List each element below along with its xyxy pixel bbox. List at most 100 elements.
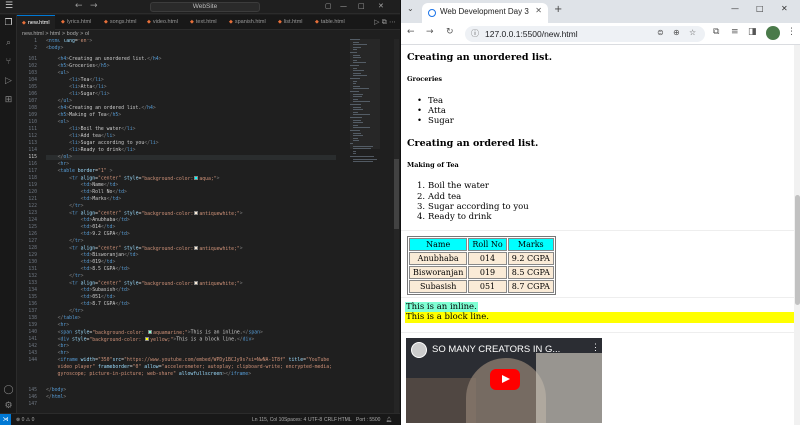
minimap-line (350, 156, 374, 157)
line-number: 112 (28, 134, 37, 139)
code-line: <td>019</td> (80, 260, 116, 265)
code-line: <li>Sugar according to you</li> (69, 141, 159, 146)
line-number: 141 (28, 337, 37, 342)
code-line: <td>8.5 CGPA</td> (80, 267, 130, 272)
maximize-icon[interactable]: □ (756, 4, 764, 13)
minimap[interactable] (350, 39, 377, 179)
notifications-bell-icon[interactable]: 🔔︎ (386, 415, 392, 425)
back-icon[interactable]: ← (75, 1, 83, 11)
search-icon[interactable]: ⌕ (3, 38, 14, 49)
editor-scrollbar[interactable] (394, 39, 399, 413)
minimap-line (350, 91, 359, 92)
problems-indicator[interactable]: ⊗ 0 ⚠ 0 (16, 415, 34, 425)
menu-icon[interactable]: ☰ (5, 1, 13, 11)
code-line: video player" frameborder="0" allow="acc… (46, 365, 332, 370)
line-number: 139 (28, 323, 37, 328)
explorer-icon[interactable]: ❐ (3, 18, 14, 29)
avatar[interactable] (766, 26, 780, 40)
list-item: Boil the water (428, 181, 489, 191)
block-div: This is a block line. (405, 312, 794, 323)
vscode-titlebar: ☰ ← → WebSite ▢ — □ ✕ (0, 0, 400, 14)
close-icon[interactable]: ✕ (378, 2, 384, 10)
code-line: <hr> (57, 323, 70, 328)
close-tab-icon[interactable]: ✕ (535, 6, 542, 15)
minimize-icon[interactable]: — (340, 2, 347, 10)
line-number: 134 (28, 288, 37, 293)
address-bar[interactable]: ⓘ 127.0.0.1:5500/new.html ⊜ ⊕ ☆ (465, 26, 705, 42)
tab-table-html[interactable]: ◆ table.html (310, 15, 350, 30)
layout-icon[interactable]: ▢ (325, 2, 332, 10)
info-icon[interactable]: ⓘ (471, 28, 479, 39)
heading-unordered: Creating an unordered list. (407, 52, 553, 63)
code-line: <tr align="center" style="background-col… (69, 246, 243, 252)
bookmark-star-icon[interactable]: ☆ (689, 28, 696, 37)
page-scrollbar[interactable] (794, 45, 800, 425)
tab-label: table.html (320, 19, 345, 25)
table-row: Anubhaba 014 9.2 CGPA (409, 252, 554, 265)
extensions-activity-icon[interactable]: ⊞ (3, 95, 14, 106)
tab-list-html[interactable]: ◆ list.html (273, 15, 309, 30)
list-item: Add tea (428, 192, 462, 202)
line-ending[interactable]: CRLF (324, 415, 337, 425)
list-item: • (417, 96, 423, 106)
line-number: 133 (28, 281, 37, 286)
kebab-icon[interactable]: ⋮ (787, 27, 796, 37)
encoding[interactable]: UTF-8 (308, 415, 322, 425)
forward-icon[interactable]: → (426, 27, 434, 37)
heading-ordered: Creating an ordered list. (407, 138, 539, 149)
tab-spanish-html[interactable]: ◆ spanish.html (224, 15, 272, 30)
youtube-embed[interactable]: SO MANY CREATORS IN G... ⋮ (406, 338, 602, 423)
code-editor[interactable]: <html lang="en"> <body> <h4>Creating an … (46, 39, 346, 413)
translate-icon[interactable]: ⊜ (657, 28, 664, 37)
play-icon[interactable] (490, 369, 520, 390)
remote-icon[interactable]: ⋊ (0, 414, 11, 425)
settings-gear-icon[interactable]: ⚙ (3, 401, 14, 412)
sidebar-icon[interactable]: ◨ (748, 27, 757, 37)
close-window-icon[interactable]: ✕ (781, 4, 788, 13)
line-number: 135 (28, 295, 37, 300)
kebab-icon[interactable]: ⋮ (591, 343, 600, 353)
indentation[interactable]: Spaces: 4 (284, 415, 306, 425)
breadcrumb[interactable]: new.html > html > body > ol (22, 30, 89, 39)
account-icon[interactable]: ◯ (3, 385, 14, 396)
warnings-count: 0 (31, 417, 35, 423)
tab-text-html[interactable]: ◆ text.html (185, 15, 223, 30)
live-server-port[interactable]: Port : 5500 (356, 415, 380, 425)
tab-songs-html[interactable]: ◆ songs.html (99, 15, 141, 30)
tab-strip: ⌄ Web Development Day 3 ✕ + — □ ✕ (401, 0, 800, 23)
editor-actions-icon[interactable]: ▷ ⧉ ⋯ (374, 18, 396, 27)
run-debug-icon[interactable]: ▷ (3, 76, 14, 87)
line-number: 124 (28, 218, 37, 223)
back-icon[interactable]: ← (407, 27, 415, 37)
video-title[interactable]: SO MANY CREATORS IN G... (432, 344, 560, 355)
line-number: 132 (28, 274, 37, 279)
activity-bar: ❐ ⌕ ⑂ ▷ ⊞ ◯ ⚙ (0, 15, 17, 415)
channel-avatar[interactable] (411, 342, 427, 358)
extensions-icon[interactable]: ⧉ (713, 27, 719, 37)
tab-label: list.html (283, 19, 303, 25)
tab-search-icon[interactable]: ⌄ (407, 4, 414, 13)
cursor-position[interactable]: Ln 115, Col 10 (252, 415, 284, 425)
zoom-icon[interactable]: ⊕ (673, 28, 680, 37)
source-control-icon[interactable]: ⑂ (3, 57, 14, 68)
reload-icon[interactable]: ↻ (446, 27, 454, 37)
tab-lyrics-html[interactable]: ◆ lyrics.html (56, 15, 98, 30)
minimap-line (350, 104, 361, 105)
tab-list-icon[interactable]: ≡ (731, 27, 739, 37)
tab-new-html[interactable]: ◆ new.html (17, 15, 55, 30)
maximize-icon[interactable]: □ (358, 2, 365, 10)
browser-tab-active[interactable]: Web Development Day 3 ✕ (422, 3, 548, 23)
minimize-icon[interactable]: — (731, 4, 739, 13)
language-mode[interactable]: HTML (338, 415, 352, 425)
tab-video-html[interactable]: ◆ video.html (142, 15, 184, 30)
forward-icon[interactable]: → (90, 1, 98, 11)
line-number: 110 (28, 120, 37, 125)
page-scrollbar-thumb[interactable] (795, 195, 800, 305)
minimap-line (353, 124, 358, 126)
minimap-line (353, 80, 357, 82)
editor-scrollbar-thumb[interactable] (394, 159, 399, 229)
new-tab-icon[interactable]: + (554, 4, 562, 15)
command-center-search[interactable]: WebSite (150, 2, 260, 12)
code-line: </body> (46, 388, 67, 393)
list-item: • (417, 106, 423, 116)
